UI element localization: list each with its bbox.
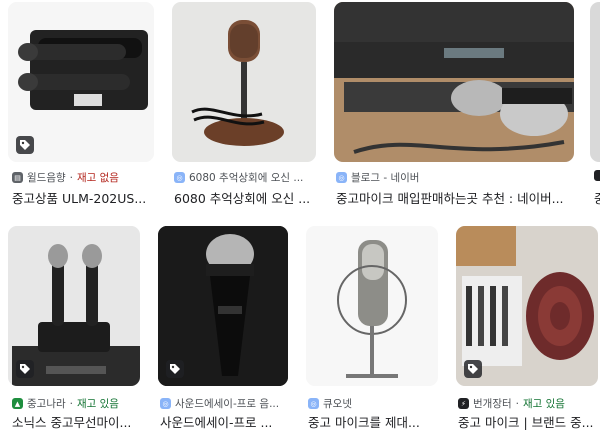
result-title-4[interactable]: 중 (594, 188, 600, 207)
tag-icon (464, 360, 482, 378)
result-title-3[interactable]: 중고마이크 매입판매하는곳 추천 : 네이버... (336, 188, 574, 207)
globe-icon: ◎ (308, 398, 319, 409)
result-image-3[interactable] (334, 2, 574, 162)
result-title-6[interactable]: 사운드에세이-프로 ... (160, 412, 290, 431)
result-source-5[interactable]: ▲ 중고나라 · 재고 있음 (12, 396, 152, 411)
result-image-6[interactable] (158, 226, 288, 386)
vintage-mic-photo (172, 2, 316, 162)
source-name: 사운드에세이-프로 음... (175, 398, 280, 410)
result-image-8[interactable] (456, 226, 598, 386)
site-favicon: ▤ (12, 172, 23, 183)
globe-icon: ◎ (160, 398, 171, 409)
result-source-7[interactable]: ◎ 큐오넷 (308, 396, 440, 411)
result-image-4[interactable] (590, 2, 600, 162)
source-name: 큐오넷 (323, 398, 352, 410)
condenser-mic-photo (306, 226, 438, 386)
result-image-2[interactable] (172, 2, 316, 162)
result-source-2[interactable]: ◎ 6080 추억상회에 오신 ... (174, 170, 318, 185)
result-title-1[interactable]: 중고상품 ULM-202US... (12, 188, 154, 207)
result-title-2[interactable]: 6080 추억상회에 오신 ... (174, 188, 318, 207)
tag-icon (16, 136, 34, 154)
separator: · (515, 397, 519, 410)
site-favicon: ⚡ (458, 398, 469, 409)
stock-status: 재고 있음 (522, 398, 565, 410)
result-title-7[interactable]: 중고 마이크를 제대... (308, 412, 440, 431)
source-name: 윌드음향 (27, 172, 66, 184)
tag-icon (16, 360, 34, 378)
result-source-6[interactable]: ◎ 사운드에세이-프로 음... (160, 396, 290, 411)
source-name: 블로그 - 네이버 (351, 172, 420, 184)
tag-icon (166, 360, 184, 378)
result-source-3[interactable]: ◎ 블로그 - 네이버 (336, 170, 574, 185)
stock-status: 재고 없음 (76, 172, 119, 184)
result-source-8[interactable]: ⚡ 번개장터 · 재고 있음 (458, 396, 598, 411)
result-image-5[interactable] (8, 226, 140, 386)
separator: · (69, 171, 73, 184)
globe-icon: ◎ (174, 172, 185, 183)
result-source-1[interactable]: ▤ 윌드음향 · 재고 없음 (12, 170, 154, 185)
receiver-and-mics-photo (334, 2, 574, 162)
site-favicon: ▲ (12, 398, 23, 409)
result-title-8[interactable]: 중고 마이크 | 브랜드 중... (458, 412, 598, 431)
source-name: 번개장터 (473, 398, 512, 410)
result-title-5[interactable]: 소닉스 중고무선마이... (12, 412, 142, 431)
site-favicon (594, 170, 600, 181)
result-image-1[interactable] (8, 2, 154, 162)
separator: · (69, 397, 73, 410)
source-name: 6080 추억상회에 오신 ... (189, 172, 304, 184)
globe-icon: ◎ (336, 172, 347, 183)
result-image-7[interactable] (306, 226, 438, 386)
stock-status: 재고 있음 (76, 398, 119, 410)
source-name: 중고나라 (27, 398, 66, 410)
result-source-4[interactable] (594, 170, 600, 181)
